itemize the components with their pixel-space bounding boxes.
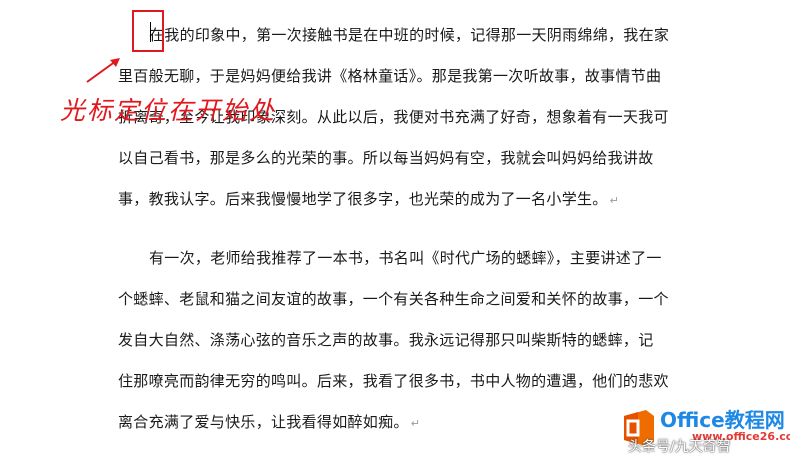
paragraph-2-line-4: 住那嘹亮而韵律无穷的鸣叫。后来，我看了很多书，书中人物的遭遇，他们的悲欢 — [118, 372, 669, 390]
paragraph-1-line-2: 里百般无聊，于是妈妈便给我讲《格林童话》。那是我第一次听故事，故事情节曲 — [118, 67, 662, 85]
cursor-highlight-box — [132, 10, 164, 52]
paragraph-1-line-4: 以自己看书，那是多么的光荣的事。所以每当妈妈有空，我就会叫妈妈给我讲故 — [118, 149, 654, 167]
paragraph-2-line-1: 有一次，老师给我推荐了一本书，书名叫《时代广场的蟋蟀》，主要讲述了一 — [149, 249, 662, 267]
watermark-title: Office教程网 — [660, 408, 785, 432]
paragraph-1-line-1: 在我的印象中，第一次接触书是在中班的时候，记得那一天阴雨绵绵，我在家 — [149, 26, 670, 44]
paragraph-2-line-2: 个蟋蟀、老鼠和猫之间友谊的故事，一个有关各种生命之间爱和关怀的故事，一个 — [118, 290, 669, 308]
cursor-annotation: 光标定位在开始处 — [60, 96, 277, 125]
watermark-subtitle: 头条号/九天奇智 — [628, 439, 731, 455]
paragraph-1-line-5: 事，教我认字。后来我慢慢地学了很多字，也光荣的成为了一名小学生。 ↵ — [118, 190, 620, 208]
text-caret[interactable] — [150, 22, 151, 42]
paragraph-2-line-3: 发自大自然、涤荡心弦的音乐之声的故事。我永远记得那只叫柴斯特的蟋蟀，记 — [118, 331, 654, 349]
paragraph-mark-icon: ↵ — [609, 194, 620, 207]
arrow-up-right-icon — [86, 58, 120, 83]
document-page: 在我的印象中，第一次接触书是在中班的时候，记得那一天阴雨绵绵，我在家 里百般无聊… — [0, 0, 790, 458]
paragraph-2-line-5: 离合充满了爱与快乐，让我看得如醉如痴。 ↵ — [118, 413, 421, 431]
paragraph-mark-icon: ↵ — [410, 417, 421, 430]
watermark: Office教程网 www.office26.com 头条号/九天奇智 — [614, 402, 790, 455]
